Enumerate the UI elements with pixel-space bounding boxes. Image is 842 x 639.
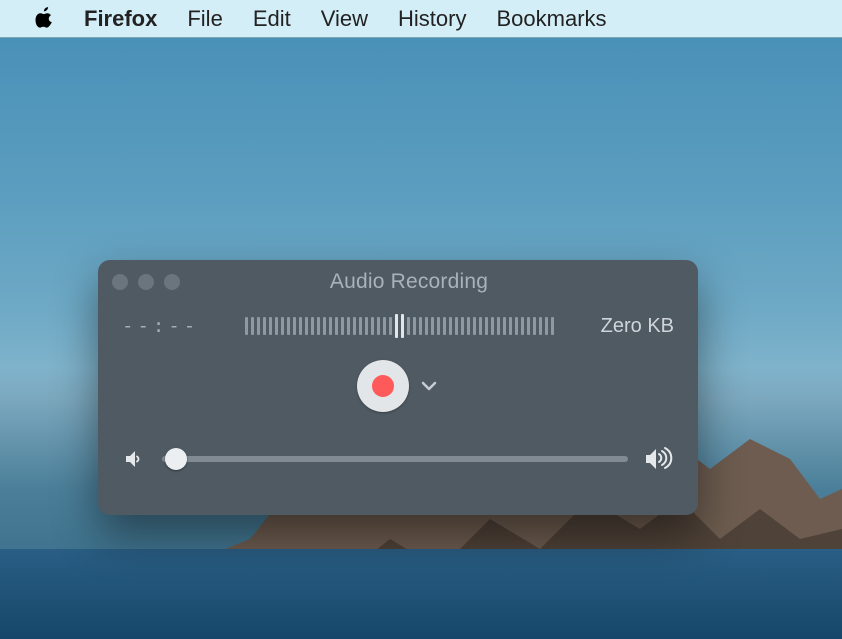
record-options-dropdown[interactable] xyxy=(419,376,439,396)
menu-edit[interactable]: Edit xyxy=(253,6,291,32)
volume-low-icon xyxy=(122,447,146,471)
volume-row xyxy=(98,434,698,484)
audio-recording-window: Audio Recording --:-- Zero KB xyxy=(98,260,698,515)
menu-file[interactable]: File xyxy=(187,6,222,32)
menubar: Firefox File Edit View History Bookmarks xyxy=(0,0,842,38)
apple-menu-icon[interactable] xyxy=(34,6,54,32)
volume-slider[interactable] xyxy=(162,456,628,462)
volume-slider-thumb[interactable] xyxy=(165,448,187,470)
wallpaper-sea xyxy=(0,549,842,639)
close-button[interactable] xyxy=(112,274,128,290)
file-size: Zero KB xyxy=(601,315,674,338)
titlebar[interactable]: Audio Recording xyxy=(98,260,698,304)
menu-bookmarks[interactable]: Bookmarks xyxy=(496,6,606,32)
time-display: --:-- xyxy=(122,315,199,337)
record-controls xyxy=(98,346,698,426)
window-title: Audio Recording xyxy=(134,270,684,294)
volume-high-icon xyxy=(644,446,674,472)
app-name[interactable]: Firefox xyxy=(84,6,157,32)
record-button[interactable] xyxy=(357,360,409,412)
menu-history[interactable]: History xyxy=(398,6,466,32)
menu-view[interactable]: View xyxy=(321,6,368,32)
audio-level-meter xyxy=(217,314,582,338)
record-icon xyxy=(372,375,394,397)
info-row: --:-- Zero KB xyxy=(98,304,698,346)
